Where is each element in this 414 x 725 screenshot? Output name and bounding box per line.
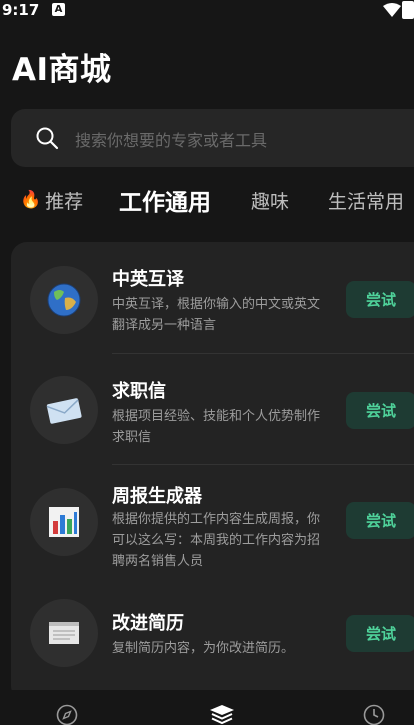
item-description: 根据你提供的工作内容生成周报，你可以这么写：本周我的工作内容为招聘两名销售人员 [112, 512, 321, 569]
envelope-icon [30, 376, 98, 444]
tab-fun[interactable]: 趣味 [251, 180, 289, 220]
clock-icon[interactable] [363, 704, 385, 725]
page-title: AI商城 [12, 52, 112, 88]
item-title: 求职信 [112, 381, 166, 402]
tab-label: 生活常用 [328, 190, 405, 213]
globe-icon [30, 266, 98, 334]
tab-recommend[interactable]: 🔥 推荐 [20, 180, 83, 220]
tab-label: 工作通用 [119, 190, 211, 216]
try-button[interactable]: 尝试 [346, 502, 414, 539]
bar-chart-icon [30, 488, 98, 556]
notification-icon: A [52, 3, 65, 16]
item-title: 改进简历 [112, 613, 184, 634]
document-icon [30, 599, 98, 667]
item-title: 周报生成器 [112, 486, 202, 507]
item-description: 复制简历内容，为你改进简历。 [112, 641, 295, 656]
status-bar: 9:17 A [0, 0, 414, 22]
tool-list-card: 中英互译 中英互译，根据你输入的中文或英文翻译成另一种语言 尝试 求职信 根据项… [11, 242, 414, 702]
try-button[interactable]: 尝试 [346, 392, 414, 429]
compass-icon[interactable] [56, 704, 78, 725]
item-description: 中英互译，根据你输入的中文或英文翻译成另一种语言 [112, 297, 321, 333]
battery-icon [402, 1, 414, 19]
tab-label: 趣味 [251, 190, 290, 213]
try-button[interactable]: 尝试 [346, 615, 414, 652]
search-placeholder: 搜索你想要的专家或者工具 [75, 131, 268, 150]
tab-work-general[interactable]: 工作通用 [119, 180, 211, 220]
bottom-nav [0, 690, 414, 725]
divider [112, 464, 414, 465]
wifi-icon [383, 3, 401, 17]
category-tabs: 🔥 推荐 工作通用 趣味 生活常用 [0, 180, 414, 224]
layers-icon[interactable] [209, 704, 235, 725]
search-icon [36, 127, 59, 150]
fire-icon: 🔥 [20, 190, 42, 210]
search-input[interactable]: 搜索你想要的专家或者工具 [11, 109, 414, 167]
divider [112, 353, 414, 354]
status-time: 9:17 [2, 1, 40, 19]
tab-daily-life[interactable]: 生活常用 [328, 180, 404, 220]
item-description: 根据项目经验、技能和个人优势制作求职信 [112, 409, 321, 445]
try-button[interactable]: 尝试 [346, 281, 414, 318]
tab-label: 推荐 [45, 190, 84, 213]
item-title: 中英互译 [112, 269, 184, 290]
